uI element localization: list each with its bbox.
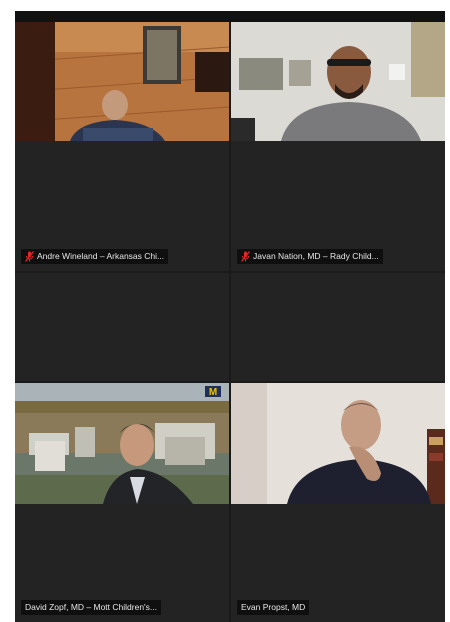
participant-video <box>15 22 229 141</box>
participant-tile-empty-left[interactable] <box>15 273 229 381</box>
participant-name-label: Evan Propst, MD <box>237 600 310 615</box>
video-gallery: Andre Wineland – Arkansas Chi... Javan N… <box>15 11 445 622</box>
participant-video <box>231 383 445 504</box>
participant-name: Andre Wineland – Arkansas Chi... <box>37 251 165 261</box>
participant-tile-evan-propst[interactable]: Evan Propst, MD <box>231 383 445 622</box>
participant-name-label: Andre Wineland – Arkansas Chi... <box>21 249 169 264</box>
participant-tile-andre-wineland[interactable]: Andre Wineland – Arkansas Chi... <box>15 22 229 271</box>
participant-name: Javan Nation, MD – Rady Child... <box>253 251 379 261</box>
participant-name: David Zopf, MD – Mott Children's... <box>25 602 157 612</box>
participant-tile-javan-nation[interactable]: Javan Nation, MD – Rady Child... <box>231 22 445 271</box>
participant-name-label: David Zopf, MD – Mott Children's... <box>21 600 161 615</box>
participant-video: M <box>15 383 229 504</box>
mic-off-icon <box>25 251 34 262</box>
mic-off-icon <box>241 251 250 262</box>
meeting-top-bar <box>15 11 445 22</box>
participant-name-label: Javan Nation, MD – Rady Child... <box>237 249 383 264</box>
participant-tile-empty-right[interactable] <box>231 273 445 381</box>
svg-text:M: M <box>209 387 217 398</box>
participant-name: Evan Propst, MD <box>241 602 306 612</box>
participant-video <box>231 22 445 141</box>
participant-tile-david-zopf[interactable]: M David Zopf, MD – Mott Children's... <box>15 383 229 622</box>
